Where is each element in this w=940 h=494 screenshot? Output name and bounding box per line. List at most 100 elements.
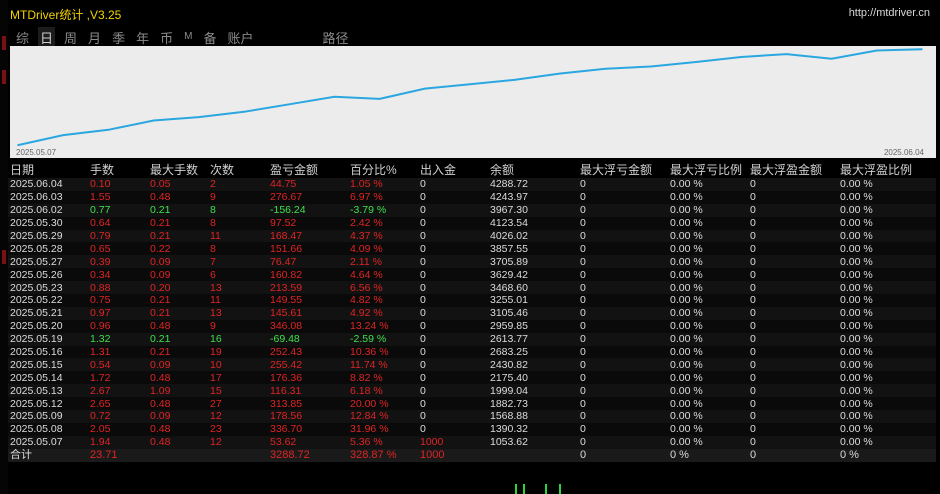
tab-week[interactable]: 周 (62, 27, 79, 47)
table-row[interactable]: 2025.05.13 2.67 1.09 15 116.31 6.18 % 0 1999.04… (8, 384, 936, 398)
tab-currency[interactable]: 币 (158, 27, 175, 47)
table-cell: 0 (418, 294, 488, 307)
tab-path[interactable]: 路径 (320, 27, 350, 47)
table-cell: 0.00 % (838, 281, 936, 295)
table-cell: 0 (748, 384, 838, 398)
table-row[interactable]: 2025.05.22 0.75 0.21 11 149.55 4.82 % 0 3255.01… (8, 294, 936, 307)
table-cell: 0.00 % (668, 306, 748, 320)
balance-point (107, 129, 110, 131)
table-cell: 0 (578, 255, 668, 269)
column-header[interactable]: 最大浮盈比例 (838, 161, 936, 178)
table-cell: 1.32 (88, 332, 148, 346)
table-row[interactable]: 2025.05.20 0.96 0.48 9 346.08 13.24 % 0 2959.85… (8, 319, 936, 333)
table-cell: 0 (418, 216, 488, 230)
table-cell: 0.21 (148, 229, 208, 243)
table-row[interactable]: 2025.05.29 0.79 0.21 11 168.47 4.37 % 0 4026.02… (8, 229, 936, 243)
table-cell: 0.00 % (668, 422, 748, 436)
table-row[interactable]: 2025.05.21 0.97 0.21 13 145.61 4.92 % 0 3105.46… (8, 306, 936, 320)
table-cell: 0.00 % (838, 384, 936, 398)
table-cell: 0.00 % (838, 203, 936, 217)
table-row[interactable]: 2025.05.30 0.64 0.21 8 97.52 2.42 % 0 4123.54 0 0… (8, 216, 936, 230)
balance-point (62, 134, 64, 136)
table-row[interactable]: 2025.06.02 0.77 0.21 8 -156.24 -3.79 % 0 3967.3… (8, 203, 936, 217)
table-cell: 0.65 (88, 242, 148, 256)
table-cell: 1.31 (88, 345, 148, 359)
table-cell: 160.82 (268, 268, 348, 282)
tab-account[interactable]: 账户 (225, 27, 255, 47)
table-cell: 8 (208, 216, 268, 230)
table-cell: 0 (578, 216, 668, 230)
table-cell: 0.00 % (668, 371, 748, 385)
table-row[interactable]: 2025.05.07 1.94 0.48 12 53.62 5.36 % 1000 1053.… (8, 435, 936, 449)
balance-point (559, 72, 562, 75)
table-cell: 0 (418, 255, 488, 269)
table-row[interactable]: 2025.05.14 1.72 0.48 17 176.36 8.82 % 0 2175.40… (8, 371, 936, 385)
table-row[interactable]: 2025.05.08 2.05 0.48 23 336.70 31.96 % 0 1390.3… (8, 422, 936, 436)
table-row[interactable]: 2025.05.12 2.65 0.48 27 313.85 20.00 % 0 1882.7… (8, 397, 936, 411)
column-header[interactable]: 最大浮亏比例 (668, 161, 748, 178)
site-link[interactable]: http://mtdriver.cn (849, 7, 930, 19)
table-cell: 0 (748, 332, 838, 346)
table-cell: 0 (578, 306, 668, 320)
column-header[interactable]: 出入金 (418, 161, 488, 178)
table-cell: 0.21 (148, 306, 208, 320)
table-cell: 2025.05.22 (8, 294, 88, 307)
table-cell: 0.00 % (838, 242, 936, 256)
balance-point (514, 79, 516, 81)
table-cell: 0.39 (88, 255, 148, 269)
table-row[interactable]: 2025.05.09 0.72 0.09 12 178.56 12.84 % 0 1568.8… (8, 410, 936, 423)
table-cell: 11 (208, 229, 268, 243)
table-row[interactable]: 2025.05.23 0.88 0.20 13 213.59 6.56 % 0 3468.60… (8, 281, 936, 295)
table-cell: 0 (578, 371, 668, 385)
table-cell: 116.31 (268, 384, 348, 398)
tab-notes[interactable]: 备 (201, 27, 218, 47)
table-cell: 0.64 (88, 216, 148, 230)
total-cell (488, 448, 578, 462)
column-header[interactable]: 次数 (208, 161, 268, 178)
table-cell: 3967.30 (488, 203, 578, 217)
tab-month[interactable]: 月 (86, 27, 103, 47)
table-cell: 2025.05.08 (8, 422, 88, 436)
table-cell: 9 (208, 319, 268, 333)
column-header[interactable]: 日期 (8, 161, 88, 178)
column-header[interactable]: 盈亏金额 (268, 161, 348, 178)
table-cell: -2.59 % (348, 332, 418, 346)
table-cell: 0.72 (88, 410, 148, 423)
balance-point (921, 48, 923, 50)
table-cell: 0 (418, 306, 488, 320)
column-header[interactable]: 最大浮盈金额 (748, 161, 838, 178)
column-header[interactable]: 最大手数 (148, 161, 208, 178)
table-row[interactable]: 2025.05.28 0.65 0.22 8 151.66 4.09 % 0 3857.55 0… (8, 242, 936, 256)
table-row[interactable]: 2025.05.19 1.32 0.21 16 -69.48 -2.59 % 0 2613.7… (8, 332, 936, 346)
table-cell: 4.82 % (348, 294, 418, 307)
balance-point (288, 103, 291, 106)
column-header[interactable]: 最大浮亏金额 (578, 161, 668, 178)
table-cell: 7 (208, 255, 268, 269)
table-cell: 2.11 % (348, 255, 418, 269)
table-cell: 0.77 (88, 203, 148, 217)
table-cell: 44.75 (268, 178, 348, 191)
column-header[interactable]: 手数 (88, 161, 148, 178)
table-row[interactable]: 2025.05.16 1.31 0.21 19 252.43 10.36 % 0 2683.2… (8, 345, 936, 359)
table-cell: 6.56 % (348, 281, 418, 295)
table-row[interactable]: 2025.06.03 1.55 0.48 9 276.67 6.97 % 0 4243.97 0… (8, 190, 936, 204)
table-cell: 0.00 % (838, 229, 936, 243)
tab-summary[interactable]: 综 (14, 27, 31, 47)
table-row[interactable]: 2025.06.04 0.10 0.05 2 44.75 1.05 % 0 4288.72 0 0… (8, 178, 936, 191)
table-row[interactable]: 2025.05.26 0.34 0.09 6 160.82 4.64 % 0 3629.42 0… (8, 268, 936, 282)
tab-m[interactable]: M (182, 27, 194, 47)
table-cell: 0.00 % (668, 216, 748, 230)
table-cell: 97.52 (268, 216, 348, 230)
tab-quarter[interactable]: 季 (110, 27, 127, 47)
table-row[interactable]: 2025.05.27 0.39 0.09 7 76.47 2.11 % 0 3705.89 0 0… (8, 255, 936, 269)
column-header[interactable]: 余额 (488, 161, 578, 178)
tab-day[interactable]: 日 (38, 27, 56, 47)
table-cell: 23 (208, 422, 268, 436)
table-cell: 0 (578, 190, 668, 204)
period-tabs: 综 日 周 月 季 年 币 M 备 账户 路径 (14, 27, 358, 47)
total-cell: 3288.72 (268, 448, 348, 462)
tab-year[interactable]: 年 (134, 27, 151, 47)
column-header[interactable]: 百分比% (348, 161, 418, 178)
table-row[interactable]: 2025.05.15 0.54 0.09 10 255.42 11.74 % 0 2430.8… (8, 358, 936, 372)
table-cell: 16 (208, 332, 268, 346)
